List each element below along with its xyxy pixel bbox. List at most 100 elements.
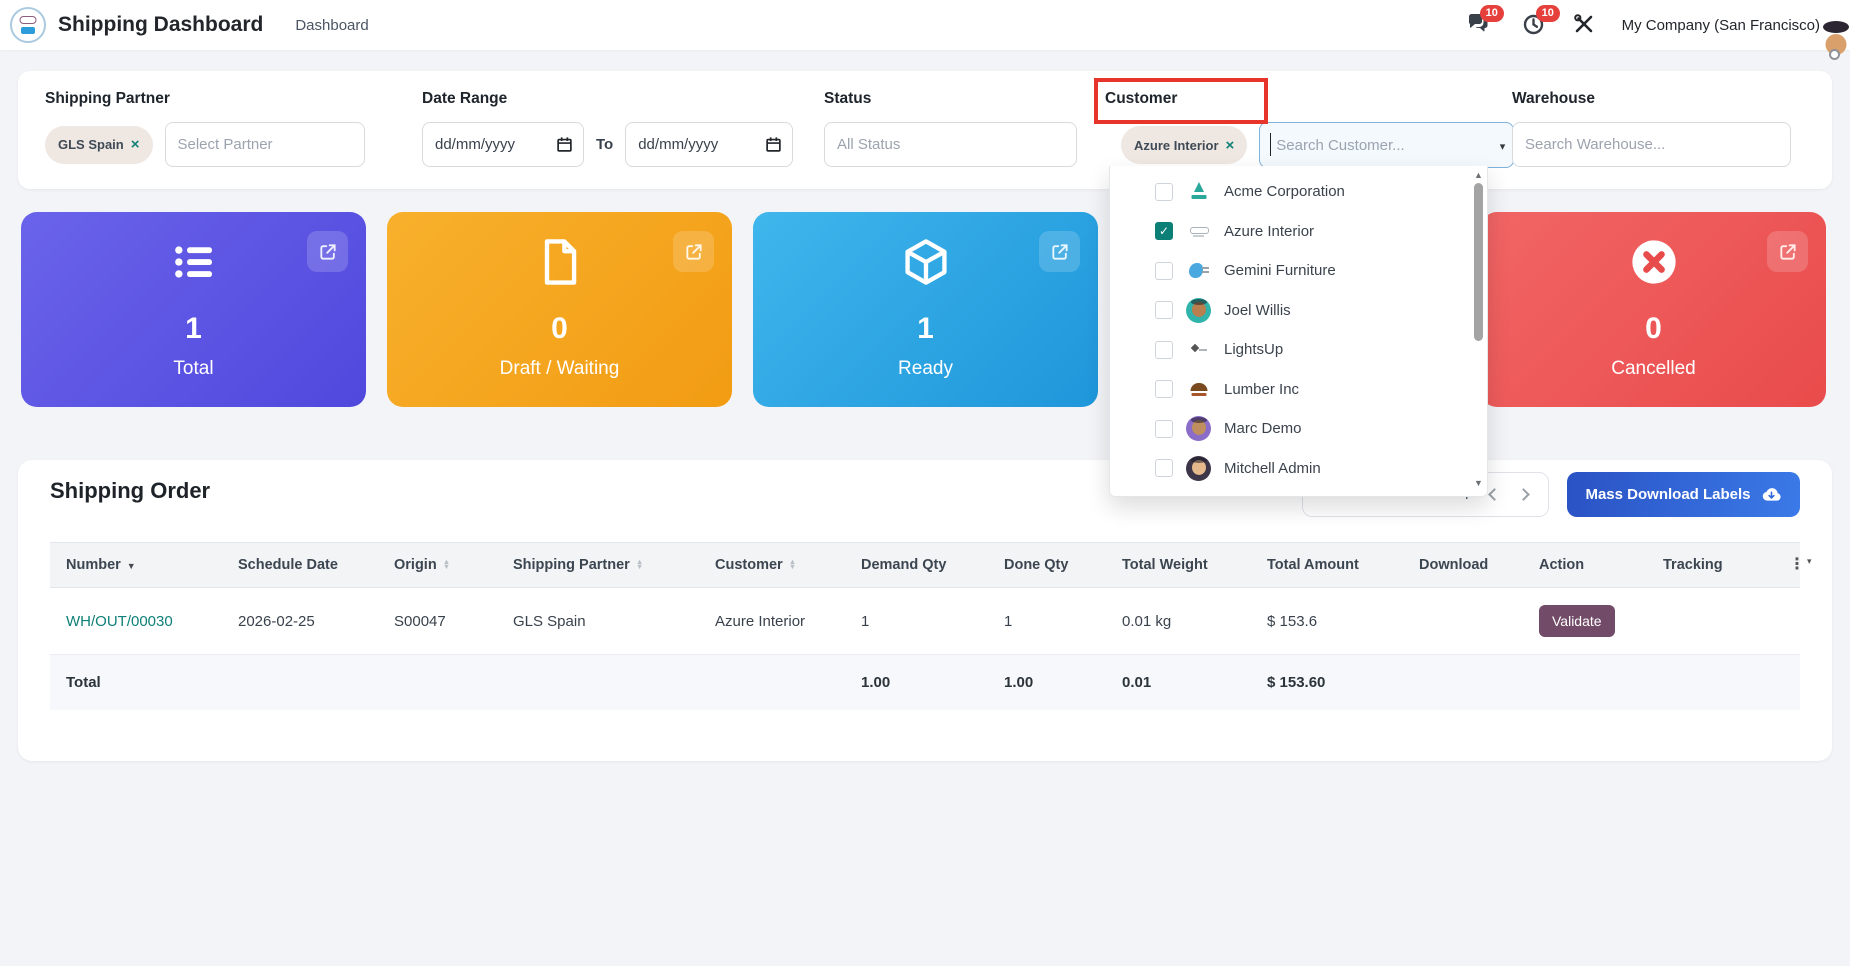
stat-card-cancelled[interactable]: 0 Cancelled	[1481, 212, 1826, 407]
dropdown-option[interactable]: Lumber Inc	[1110, 370, 1487, 410]
dropdown-option[interactable]: Joel Willis	[1110, 291, 1487, 331]
app-logo-icon[interactable]	[10, 7, 46, 43]
external-link-icon[interactable]	[673, 231, 714, 272]
column-settings-icon[interactable]	[1789, 557, 1812, 573]
table-row: WH/OUT/00030 2026-02-25 S00047 GLS Spain…	[50, 588, 1800, 655]
remove-tag-icon[interactable]: ×	[131, 136, 140, 153]
external-link-icon[interactable]	[1767, 231, 1808, 272]
stat-value: 1	[21, 312, 366, 346]
checkbox-checked[interactable]	[1155, 222, 1173, 240]
shipping-partner-input[interactable]	[165, 122, 365, 167]
checkbox[interactable]	[1155, 262, 1173, 280]
gemini-logo	[1186, 258, 1211, 283]
date-to-label: To	[596, 136, 613, 153]
total-weight: 0.01	[1106, 674, 1251, 691]
col-header-schedule-date: Schedule Date	[222, 557, 378, 573]
checkbox[interactable]	[1155, 420, 1173, 438]
col-header-total-amount: Total Amount	[1251, 557, 1403, 573]
dropdown-option[interactable]: Gemini Furniture	[1110, 251, 1487, 291]
checkbox[interactable]	[1155, 380, 1173, 398]
dropdown-option[interactable]: Mitchell Admin	[1110, 449, 1487, 489]
shipping-order-section: Shipping Order / Mass Download Labels Nu…	[18, 460, 1832, 761]
activities-clock-icon[interactable]: 10	[1522, 12, 1548, 38]
dropdown-option[interactable]: Acme Corporation	[1110, 172, 1487, 212]
checkbox[interactable]	[1155, 341, 1173, 359]
status-input[interactable]	[824, 122, 1077, 167]
status-label: Status	[824, 90, 871, 108]
validate-button[interactable]: Validate	[1539, 605, 1615, 637]
dropdown-option[interactable]: Marc Demo	[1110, 409, 1487, 449]
user-status-dot	[1829, 49, 1840, 60]
stat-card-ready[interactable]: 1 Ready	[753, 212, 1098, 407]
shipping-partner-tag: GLS Spain ×	[45, 126, 153, 164]
cell-total-amount: $ 153.6	[1251, 613, 1403, 630]
checkbox[interactable]	[1155, 301, 1173, 319]
stat-card-draft-waiting[interactable]: 0 Draft / Waiting	[387, 212, 732, 407]
sort-icon	[789, 560, 796, 569]
stat-label: Total	[21, 358, 366, 380]
messages-icon[interactable]: 10	[1466, 12, 1492, 38]
stat-label: Cancelled	[1481, 358, 1826, 380]
customer-search-input[interactable]	[1259, 122, 1514, 168]
dropdown-scrollbar[interactable]: ▲ ▼	[1473, 170, 1485, 488]
lightsup-logo	[1186, 337, 1211, 362]
stat-value: 0	[387, 312, 732, 346]
col-header-total-weight: Total Weight	[1106, 557, 1251, 573]
col-header-origin[interactable]: Origin	[378, 557, 497, 573]
section-title: Shipping Order	[50, 478, 210, 504]
order-number-link[interactable]: WH/OUT/00030	[66, 613, 173, 630]
cell-done-qty: 1	[988, 613, 1106, 630]
cell-customer: Azure Interior	[699, 613, 845, 630]
shipping-order-table: Number Schedule Date Origin Shipping Par…	[50, 542, 1800, 710]
chevron-down-icon[interactable]: ▾	[1500, 140, 1506, 153]
external-link-icon[interactable]	[1039, 231, 1080, 272]
col-header-action: Action	[1523, 557, 1647, 573]
scroll-down-icon[interactable]: ▼	[1474, 478, 1483, 488]
calendar-icon[interactable]	[765, 136, 782, 153]
checkbox[interactable]	[1155, 183, 1173, 201]
mass-download-labels-button[interactable]: Mass Download Labels	[1567, 472, 1800, 517]
checkbox[interactable]	[1155, 459, 1173, 477]
date-to-input[interactable]: dd/mm/yyyy	[625, 122, 793, 167]
menu-item-dashboard[interactable]: Dashboard	[295, 17, 368, 34]
total-demand-qty: 1.00	[845, 674, 988, 691]
external-link-icon[interactable]	[307, 231, 348, 272]
customer-dropdown: Acme Corporation Azure Interior Gemini F…	[1109, 166, 1488, 497]
col-header-number[interactable]: Number	[50, 557, 222, 573]
customer-label: Customer	[1105, 90, 1177, 108]
date-range-label: Date Range	[422, 90, 507, 108]
cell-schedule-date: 2026-02-25	[222, 613, 378, 630]
scroll-up-icon[interactable]: ▲	[1474, 170, 1483, 180]
text-caret	[1270, 133, 1271, 156]
cloud-download-icon	[1761, 484, 1782, 505]
lumber-logo	[1186, 377, 1211, 402]
dropdown-option[interactable]: LightsUp	[1110, 330, 1487, 370]
chevron-right-icon[interactable]	[1517, 488, 1530, 501]
total-amount: $ 153.60	[1251, 674, 1403, 691]
sort-icon	[443, 560, 450, 569]
shipping-partner-label: Shipping Partner	[45, 90, 170, 108]
calendar-icon[interactable]	[556, 136, 573, 153]
table-header-row: Number Schedule Date Origin Shipping Par…	[50, 542, 1800, 588]
cell-demand-qty: 1	[845, 613, 988, 630]
stat-card-total[interactable]: 1 Total	[21, 212, 366, 407]
col-header-customer[interactable]: Customer	[699, 557, 845, 573]
col-header-download: Download	[1403, 557, 1523, 573]
person-avatar	[1186, 298, 1211, 323]
col-header-shipping-partner[interactable]: Shipping Partner	[497, 557, 699, 573]
cell-origin: S00047	[378, 613, 497, 630]
scrollbar-thumb[interactable]	[1474, 183, 1483, 341]
person-avatar	[1186, 456, 1211, 481]
chevron-left-icon[interactable]	[1488, 488, 1501, 501]
customer-tag: Azure Interior ×	[1121, 126, 1247, 164]
warehouse-input[interactable]	[1512, 122, 1791, 167]
dropdown-option-selected[interactable]: Azure Interior	[1110, 212, 1487, 252]
company-switcher[interactable]: My Company (San Francisco)	[1622, 17, 1820, 34]
remove-tag-icon[interactable]: ×	[1226, 137, 1235, 154]
cell-shipping-partner: GLS Spain	[497, 613, 699, 630]
tools-icon[interactable]	[1572, 12, 1598, 38]
warehouse-label: Warehouse	[1512, 90, 1595, 108]
date-from-input[interactable]: dd/mm/yyyy	[422, 122, 584, 167]
azure-logo	[1186, 219, 1211, 244]
person-avatar	[1186, 416, 1211, 441]
